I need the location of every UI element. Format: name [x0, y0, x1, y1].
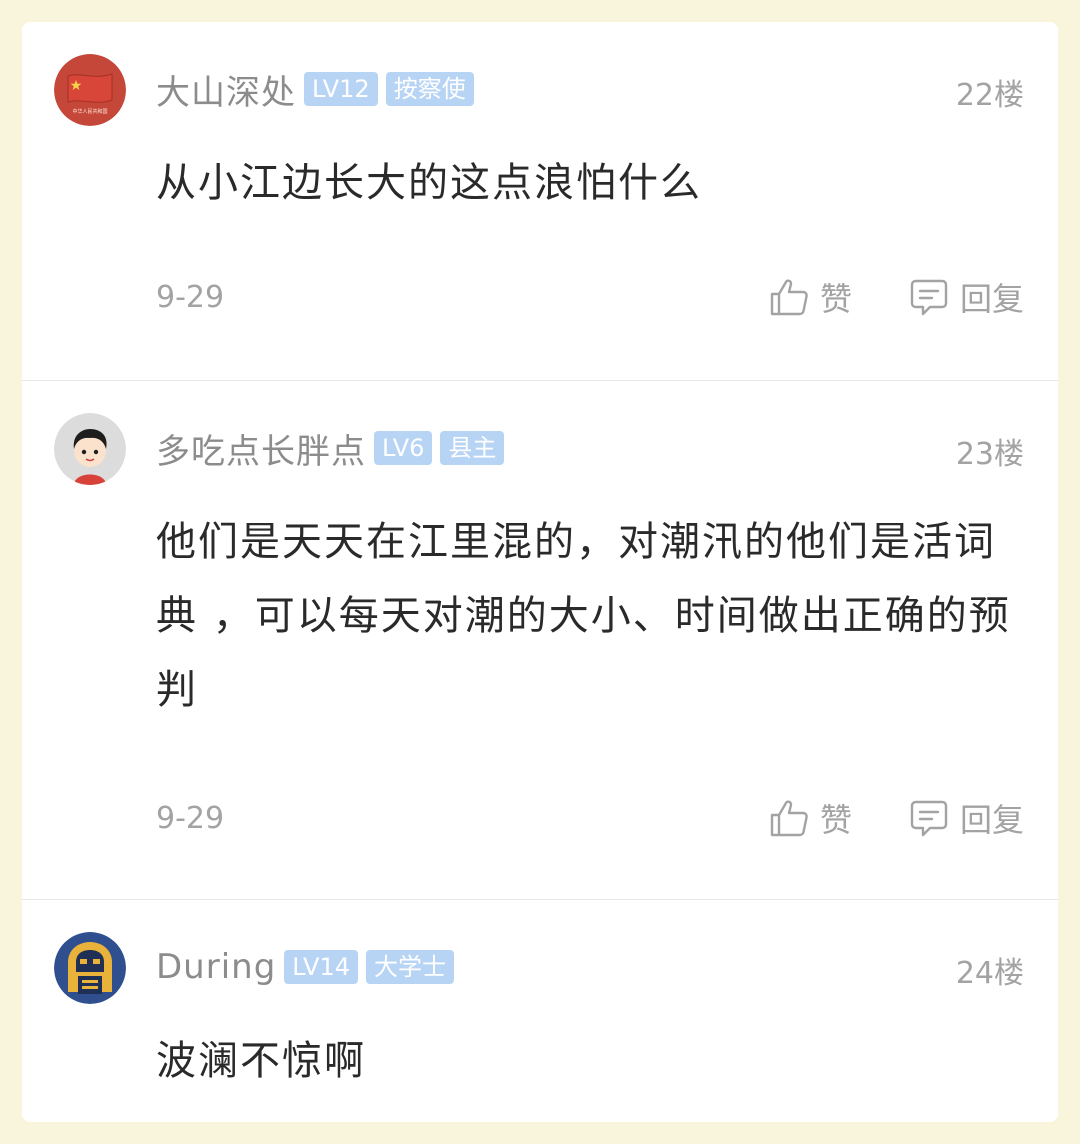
reply-label: 回复 [959, 801, 1024, 839]
like-button[interactable]: 赞 [768, 795, 852, 841]
comment-item: 多吃点长胖点 LV6 县主 23楼 他们是天天在江里混的，对潮汛的他们是活词典 … [22, 381, 1058, 900]
comment-header: During LV14 大学士 [156, 944, 454, 990]
comment-icon [910, 800, 948, 837]
comment-item: 中华人民共和国 大山深处 LV12 按察使 22楼 从小江边长大的这点浪怕什么 … [22, 22, 1058, 381]
robot-avatar-image [54, 932, 126, 1004]
comment-date: 9-29 [156, 800, 225, 836]
comment-list: 中华人民共和国 大山深处 LV12 按察使 22楼 从小江边长大的这点浪怕什么 … [22, 22, 1058, 1122]
avatar[interactable] [54, 413, 126, 485]
thumbs-up-icon [770, 279, 808, 316]
level-badge: LV12 [304, 72, 378, 106]
username[interactable]: During [156, 947, 276, 987]
flag-avatar-image: 中华人民共和国 [54, 54, 126, 126]
avatar-caption: 中华人民共和国 [72, 108, 107, 115]
reply-label: 回复 [959, 280, 1024, 318]
username[interactable]: 大山深处 [156, 65, 296, 114]
like-button[interactable]: 赞 [768, 274, 852, 320]
floor-number: 23楼 [955, 437, 1024, 472]
title-badge: 大学士 [366, 950, 454, 984]
comment-header: 多吃点长胖点 LV6 县主 [156, 424, 505, 473]
comment-text: 他们是天天在江里混的，对潮汛的他们是活词典 ，可以每天对潮的大小、时间做出正确的… [156, 519, 1011, 713]
cartoon-kid-avatar-image [54, 413, 126, 485]
avatar[interactable] [54, 932, 126, 1004]
title-badge: 县主 [440, 431, 505, 465]
comment-footer: 9-29 赞 回复 [156, 274, 1024, 320]
avatar[interactable]: 中华人民共和国 [54, 54, 126, 126]
like-label: 赞 [819, 280, 852, 318]
like-label: 赞 [819, 801, 852, 839]
title-badge: 按察使 [385, 72, 474, 106]
comment-text: 波澜不惊啊 [156, 1038, 366, 1084]
comment-header: 大山深处 LV12 按察使 [156, 65, 474, 114]
comment-footer: 9-29 赞 回复 [156, 795, 1024, 841]
floor-number: 22楼 [955, 78, 1024, 113]
comment-date: 9-29 [156, 279, 225, 315]
comment-item: During LV14 大学士 24楼 波澜不惊啊 [22, 900, 1058, 1122]
comment-icon [910, 279, 948, 316]
reply-button[interactable]: 回复 [908, 274, 1024, 320]
level-badge: LV6 [374, 431, 433, 465]
floor-number: 24楼 [955, 956, 1024, 991]
level-badge: LV14 [284, 950, 358, 984]
comment-text: 从小江边长大的这点浪怕什么 [156, 160, 702, 206]
reply-button[interactable]: 回复 [908, 795, 1024, 841]
username[interactable]: 多吃点长胖点 [156, 424, 366, 473]
thumbs-up-icon [770, 800, 808, 837]
